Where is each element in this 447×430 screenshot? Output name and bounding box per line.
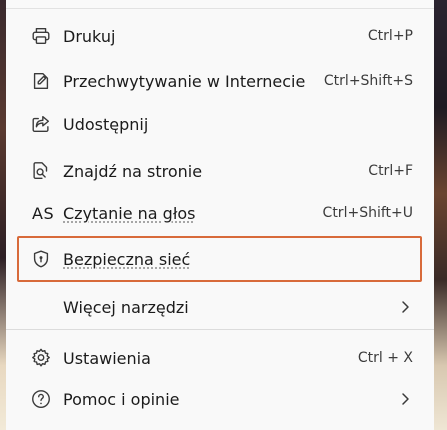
menu-item-label: Przechwytywanie w Internecie [63, 71, 306, 91]
background-right-strip [433, 0, 447, 430]
menu-item-label: Czytanie na głos [63, 203, 196, 223]
menu-item-label: Więcej narzędzi [63, 297, 189, 317]
read-aloud-icon: AS [32, 202, 54, 224]
menu-item-find-on-page[interactable]: Znajdź na stronie Ctrl+F [6, 151, 434, 191]
browser-settings-menu: Drukuj Ctrl+P Przechwytywanie w Internec… [6, 0, 434, 430]
menu-item-web-capture[interactable]: Przechwytywanie w Internecie Ctrl+Shift+… [6, 61, 434, 101]
menu-item-shortcut: Ctrl+P [367, 28, 413, 44]
printer-icon [30, 25, 52, 47]
menu-divider [6, 8, 434, 9]
menu-item-secure-network[interactable]: Bezpieczna sieć [6, 239, 434, 279]
web-capture-icon [30, 70, 52, 92]
menu-divider [6, 329, 434, 330]
find-on-page-icon [30, 160, 52, 182]
read-aloud-icon-text: AS [32, 203, 55, 223]
menu-item-read-aloud[interactable]: AS Czytanie na głos Ctrl+Shift+U [6, 193, 434, 233]
menu-item-share[interactable]: Udostępnij [6, 104, 434, 144]
chevron-right-icon [398, 300, 412, 314]
menu-item-label: Pomoc i opinie [63, 389, 180, 409]
menu-item-label: Udostępnij [63, 114, 149, 134]
shield-icon [30, 248, 52, 270]
menu-item-more-tools[interactable]: Więcej narzędzi [6, 287, 434, 327]
share-icon [30, 113, 52, 135]
menu-item-label: Ustawienia [63, 348, 151, 368]
menu-item-label: Bezpieczna sieć [63, 249, 191, 269]
menu-item-help-feedback[interactable]: Pomoc i opinie [6, 379, 434, 419]
menu-item-print[interactable]: Drukuj Ctrl+P [6, 16, 434, 56]
chevron-right-icon [398, 392, 412, 406]
menu-item-label: Drukuj [63, 26, 116, 46]
menu-item-shortcut: Ctrl+Shift+U [322, 205, 413, 221]
menu-item-shortcut: Ctrl+Shift+S [323, 73, 413, 89]
menu-item-shortcut: Ctrl + X [357, 350, 413, 366]
gear-icon [30, 347, 52, 369]
menu-item-label: Znajdź na stronie [63, 161, 203, 181]
help-icon [30, 388, 52, 410]
menu-item-shortcut: Ctrl+F [368, 163, 413, 179]
menu-item-settings[interactable]: Ustawienia Ctrl + X [6, 338, 434, 378]
